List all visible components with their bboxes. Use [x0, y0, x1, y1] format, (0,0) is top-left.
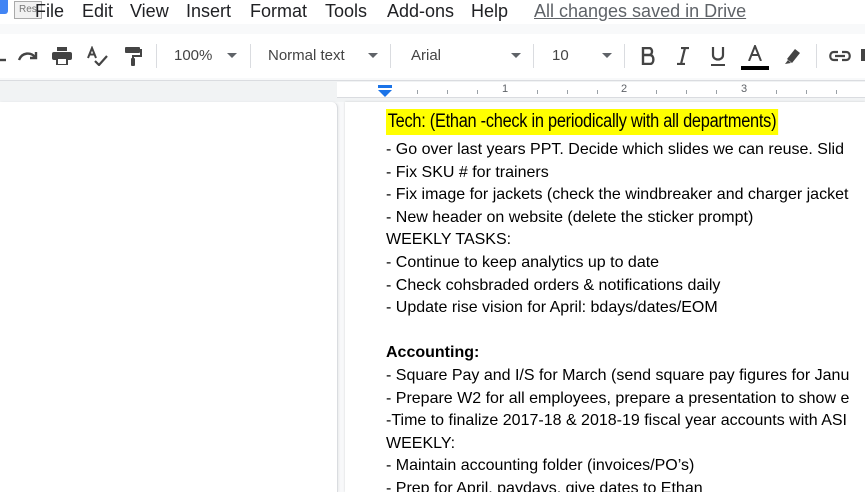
- ruler-number: 3: [741, 83, 748, 95]
- print-icon[interactable]: [49, 44, 75, 68]
- save-status-link[interactable]: All changes saved in Drive: [534, 0, 746, 22]
- document-line[interactable]: - Maintain accounting folder (invoices/P…: [386, 455, 694, 477]
- ruler-tick: [836, 90, 837, 94]
- menu-file[interactable]: File: [35, 0, 64, 22]
- document-line[interactable]: - New header on website (delete the stic…: [386, 207, 753, 229]
- ruler-tick: [417, 90, 418, 94]
- toolbar-divider: [624, 44, 625, 68]
- document-line[interactable]: - Go over last years PPT. Decide which s…: [386, 139, 844, 161]
- redo-icon[interactable]: [15, 44, 41, 68]
- toolbar-divider: [816, 44, 817, 68]
- document-line[interactable]: - Fix image for jackets (check the windb…: [386, 184, 848, 206]
- document-line[interactable]: WEEKLY:: [386, 433, 455, 455]
- document-line[interactable]: -Time to finalize 2017-18 & 2018-19 fisc…: [386, 410, 847, 432]
- toolbar-divider: [250, 44, 251, 68]
- menu-help[interactable]: Help: [471, 0, 508, 22]
- link-icon[interactable]: [826, 44, 854, 68]
- highlight-icon[interactable]: [779, 44, 805, 68]
- font-size-dropdown-icon[interactable]: [602, 53, 612, 58]
- spellcheck-icon[interactable]: [84, 44, 110, 68]
- ruler-tick: [537, 90, 538, 94]
- ruler-tick: [716, 90, 717, 94]
- ruler-tick: [656, 90, 657, 94]
- ruler-number: 1: [502, 83, 509, 95]
- ruler-tick: [447, 90, 448, 94]
- toolbar-divider: [156, 44, 157, 68]
- document-line[interactable]: - Continue to keep analytics up to date: [386, 252, 659, 274]
- bold-icon[interactable]: [636, 44, 660, 68]
- document-line[interactable]: - Check cohsbraded orders & notification…: [386, 275, 720, 297]
- zoom-dropdown-icon[interactable]: [227, 53, 237, 58]
- italic-icon[interactable]: [671, 44, 695, 68]
- tech-heading[interactable]: Tech: (Ethan -check in periodically with…: [386, 109, 778, 135]
- document-line[interactable]: - Update rise vision for April: bdays/da…: [386, 297, 718, 319]
- text-color-swatch: [741, 66, 769, 70]
- paint-format-icon[interactable]: [120, 44, 146, 68]
- ruler-tick: [597, 90, 598, 94]
- menu-edit[interactable]: Edit: [82, 0, 113, 22]
- font-value[interactable]: Arial: [411, 46, 441, 66]
- toolbar: 100% Normal text Arial 10: [0, 34, 865, 78]
- menu-format[interactable]: Format: [250, 0, 307, 22]
- menu-bar: Res File Edit View Insert Format Tools A…: [0, 0, 865, 24]
- ruler-tick: [686, 90, 687, 94]
- docs-window: Res File Edit View Insert Format Tools A…: [0, 0, 865, 492]
- document-line[interactable]: - Prepare W2 for all employees, prepare …: [386, 388, 849, 410]
- menu-insert[interactable]: Insert: [186, 0, 231, 22]
- undo-icon[interactable]: [0, 46, 10, 66]
- ruler-tick: [477, 90, 478, 94]
- outline-panel: [0, 102, 338, 492]
- text-color-icon[interactable]: [741, 42, 769, 64]
- indent-marker-icon[interactable]: [378, 84, 392, 102]
- document-line[interactable]: Accounting:: [386, 342, 479, 364]
- font-dropdown-icon[interactable]: [511, 53, 521, 58]
- ruler-tick: [776, 90, 777, 94]
- docs-logo-icon[interactable]: [0, 0, 8, 14]
- style-value[interactable]: Normal text: [268, 46, 345, 66]
- style-dropdown-icon[interactable]: [368, 53, 378, 58]
- menu-view[interactable]: View: [130, 0, 169, 22]
- document-line[interactable]: - Fix SKU # for trainers: [386, 162, 549, 184]
- document-line[interactable]: - Prep for April, paydays, give dates to…: [386, 478, 703, 492]
- ruler-tick: [806, 90, 807, 94]
- menu-addons[interactable]: Add-ons: [387, 0, 454, 22]
- menu-tools[interactable]: Tools: [325, 0, 367, 22]
- toolbar-divider: [390, 44, 391, 68]
- comment-icon[interactable]: [860, 44, 865, 68]
- font-size-value[interactable]: 10: [552, 46, 569, 66]
- ruler-number: 2: [621, 83, 628, 95]
- toolbar-divider: [533, 44, 534, 68]
- document-line[interactable]: - Square Pay and I/S for March (send squ…: [386, 365, 849, 387]
- document-line[interactable]: WEEKLY TASKS:: [386, 229, 511, 251]
- zoom-value[interactable]: 100%: [174, 46, 212, 66]
- ruler-tick: [567, 90, 568, 94]
- underline-icon[interactable]: [706, 44, 730, 68]
